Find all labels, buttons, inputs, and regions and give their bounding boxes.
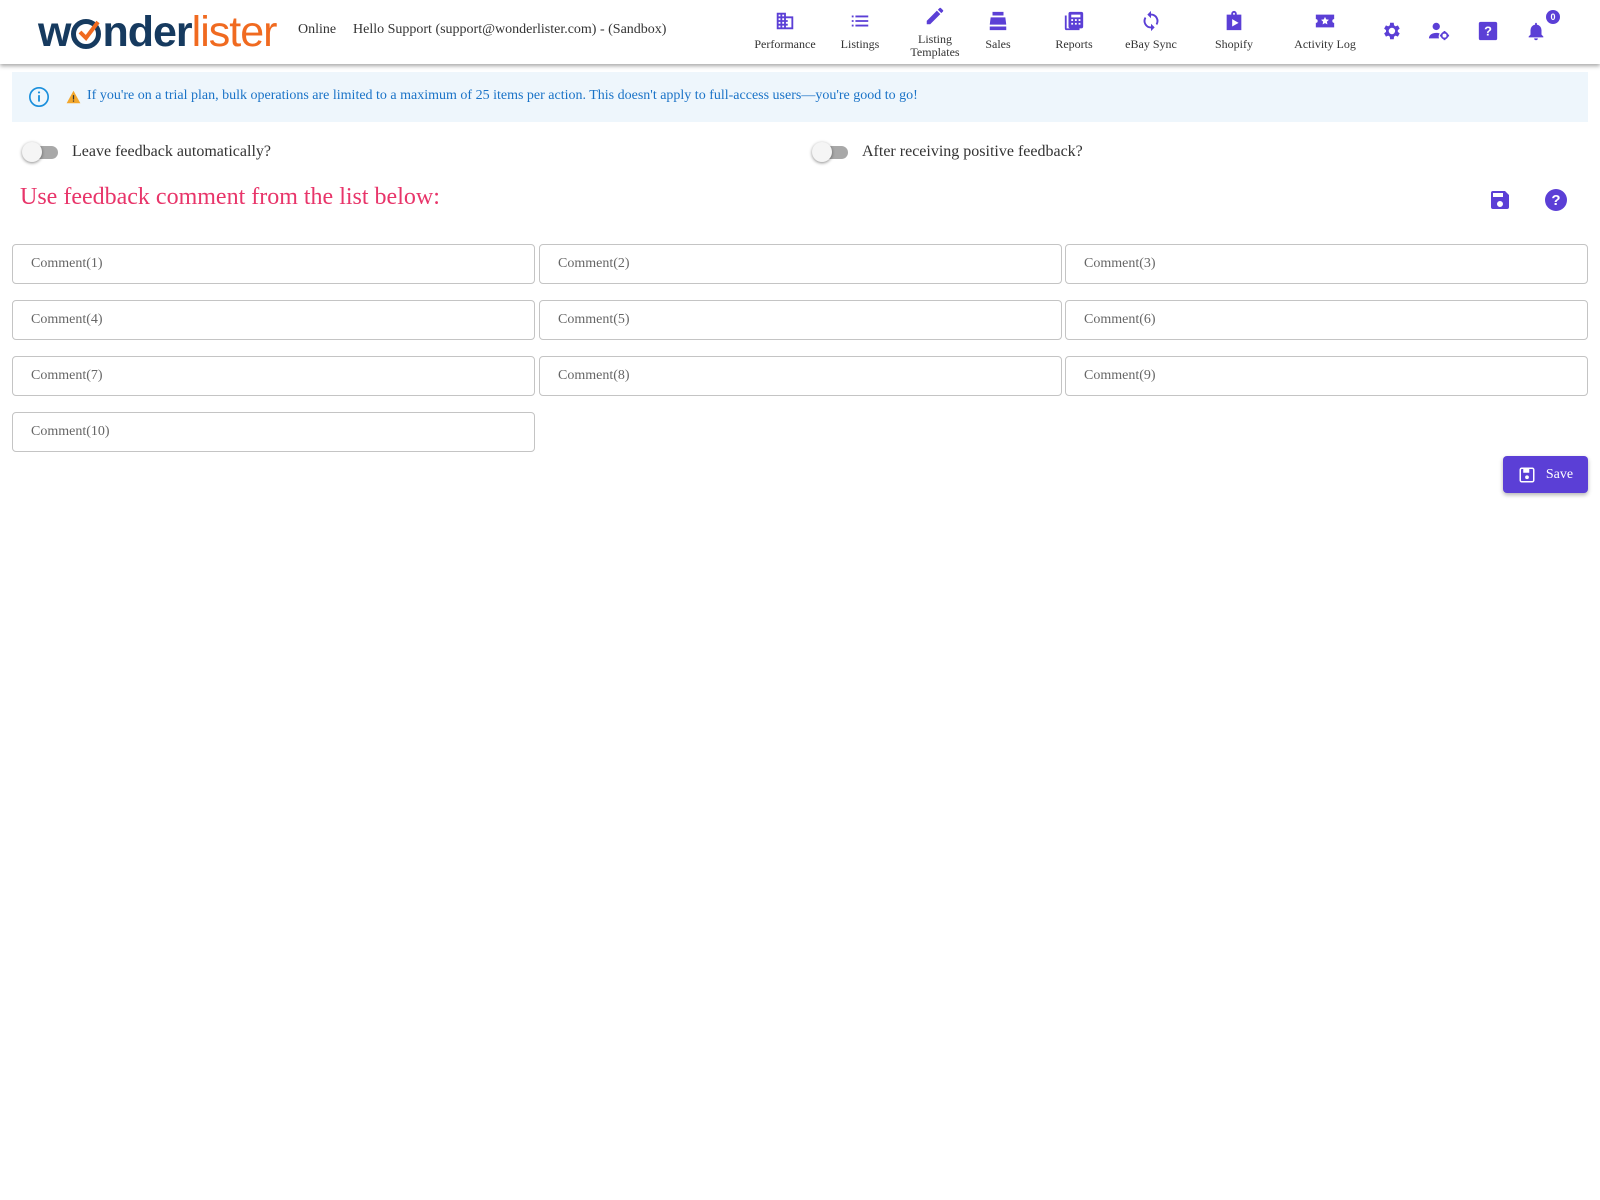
warning-triangle-icon — [66, 90, 81, 109]
logo-text-nder: nder — [102, 8, 192, 56]
info-circle-icon — [28, 86, 50, 113]
wonderlister-logo[interactable]: w nder lister — [38, 8, 278, 56]
save-disk-icon[interactable] — [1488, 188, 1512, 212]
building-icon — [750, 10, 820, 34]
nav-listing-templates-label-1: Listing — [917, 32, 952, 46]
nav-reports-label: Reports — [1055, 37, 1093, 51]
after-positive-label: After receiving positive feedback? — [862, 143, 1083, 160]
settings-gear-icon[interactable] — [1380, 20, 1404, 44]
trial-info-banner: If you're on a trial plan, bulk operatio… — [12, 72, 1588, 122]
svg-text:?: ? — [1484, 24, 1492, 39]
leave-feedback-toggle[interactable] — [20, 142, 60, 162]
comment-field-10[interactable] — [12, 412, 535, 452]
shopping-bag-icon — [1212, 10, 1256, 34]
nav-performance[interactable]: Performance — [750, 10, 820, 51]
nav-activity-log-label: Activity Log — [1294, 37, 1356, 51]
logo-text-lister: lister — [191, 8, 278, 56]
comment-field-9[interactable] — [1065, 356, 1588, 396]
user-settings-icon[interactable] — [1428, 20, 1452, 44]
connection-status: Online — [298, 22, 337, 37]
help-square-icon[interactable]: ? — [1477, 20, 1501, 44]
comment-field-2[interactable] — [539, 244, 1062, 284]
banner-message: If you're on a trial plan, bulk operatio… — [87, 88, 918, 103]
help-circle-icon[interactable]: ? — [1544, 188, 1568, 212]
logo-check-icon — [71, 19, 102, 49]
section-title: Use feedback comment from the list below… — [20, 184, 440, 210]
calculator-icon — [1050, 10, 1098, 34]
nav-performance-label: Performance — [754, 37, 816, 51]
comment-field-6[interactable] — [1065, 300, 1588, 340]
nav-ebay-sync[interactable]: eBay Sync — [1122, 10, 1180, 51]
comment-field-7[interactable] — [12, 356, 535, 396]
toggle-knob — [22, 142, 42, 162]
top-navbar: w nder lister Online Hello Support (supp… — [0, 0, 1600, 64]
cash-register-icon — [980, 10, 1016, 34]
leave-feedback-row: Leave feedback automatically? — [20, 142, 271, 162]
nav-listing-templates-label-2: Templates — [910, 45, 960, 59]
nav-sales-label: Sales — [985, 37, 1011, 51]
notification-count-badge: 0 — [1546, 10, 1560, 24]
nav-listings[interactable]: Listings — [835, 10, 885, 51]
comment-field-1[interactable] — [12, 244, 535, 284]
comment-field-5[interactable] — [539, 300, 1062, 340]
sync-icon — [1122, 10, 1180, 34]
comment-field-4[interactable] — [12, 300, 535, 340]
nav-activity-log[interactable]: Activity Log — [1292, 10, 1358, 51]
logo-text-w: w — [38, 8, 71, 56]
notifications-bell-icon[interactable] — [1525, 20, 1549, 44]
nav-shopify[interactable]: Shopify — [1212, 10, 1256, 51]
save-disk-icon — [1519, 467, 1535, 482]
save-button[interactable]: Save — [1503, 456, 1588, 493]
nav-shopify-label: Shopify — [1214, 37, 1253, 51]
nav-listing-templates[interactable]: Listing Templates — [905, 5, 965, 59]
pencil-icon — [905, 5, 965, 29]
svg-text:?: ? — [1551, 192, 1560, 209]
nav-sales[interactable]: Sales — [980, 10, 1016, 51]
save-button-label: Save — [1545, 466, 1574, 482]
after-positive-toggle[interactable] — [810, 142, 850, 162]
comment-field-8[interactable] — [539, 356, 1062, 396]
user-greeting: Hello Support (support@wonderlister.com)… — [353, 22, 667, 37]
leave-feedback-label: Leave feedback automatically? — [72, 143, 271, 160]
nav-reports[interactable]: Reports — [1050, 10, 1098, 51]
nav-listings-label: Listings — [840, 37, 880, 51]
toggle-knob — [812, 142, 832, 162]
nav-ebay-sync-label: eBay Sync — [1125, 37, 1177, 51]
ticket-star-icon — [1292, 10, 1358, 34]
comment-field-3[interactable] — [1065, 244, 1588, 284]
list-icon — [835, 10, 885, 34]
after-positive-row: After receiving positive feedback? — [810, 142, 1083, 162]
